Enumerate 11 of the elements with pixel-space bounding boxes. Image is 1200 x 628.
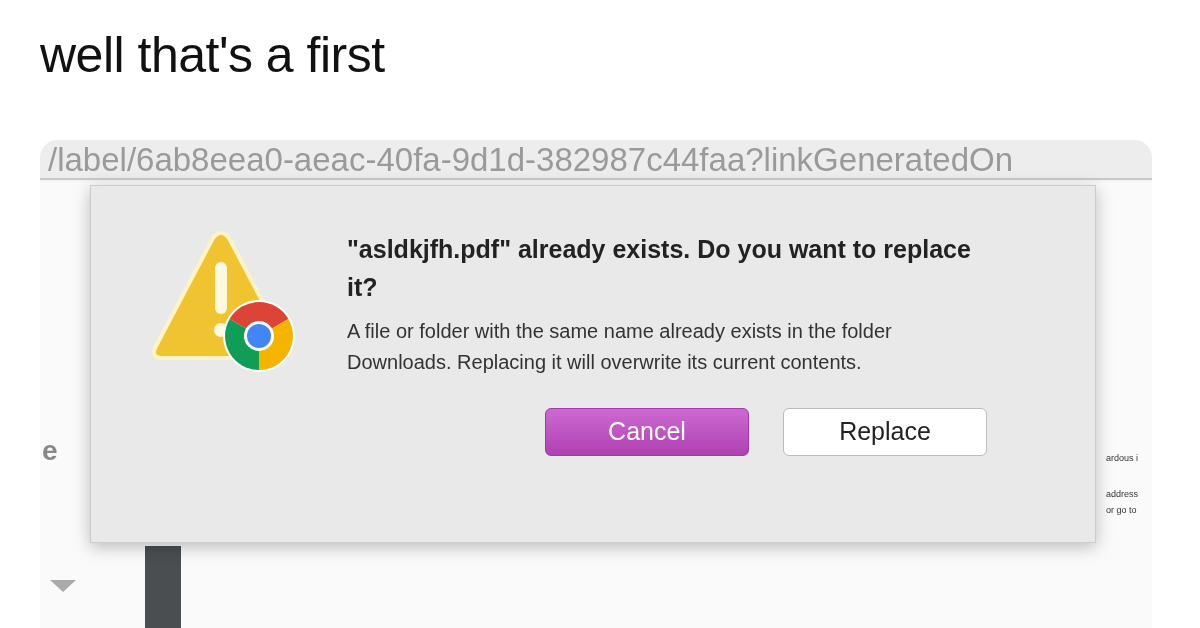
dropdown-caret-icon: [50, 580, 76, 592]
address-bar: /label/6ab8eea0-aeac-40fa-9d1d-382987c44faa?linkGeneratedOn: [40, 140, 1152, 180]
caption: well that's a first: [39, 26, 386, 85]
page-text: or go to: [1106, 504, 1137, 517]
page-text: e: [42, 434, 58, 468]
page-text: address: [1106, 488, 1139, 501]
replace-button[interactable]: Replace: [783, 408, 987, 456]
cancel-button[interactable]: Cancel: [545, 408, 749, 456]
dialog-title: "asldkjfh.pdf" already exists. Do you want to replace it?: [347, 234, 972, 303]
dialog-message: A file or folder with the same name already exists in the folder Downloads. Replacing it will overwrite its current contents.: [347, 319, 893, 375]
page-text: ardous i: [1106, 452, 1139, 465]
